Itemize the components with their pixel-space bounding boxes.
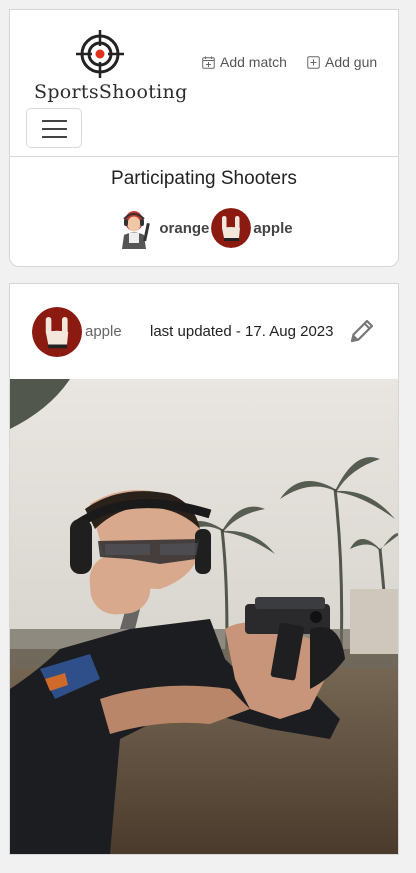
rock-hand-sign-icon bbox=[32, 307, 82, 357]
logo-text: SportsShooting bbox=[34, 81, 188, 103]
add-match-link[interactable]: Add match bbox=[202, 54, 287, 70]
hamburger-icon bbox=[42, 120, 67, 122]
participant-name-orange[interactable]: orange bbox=[159, 220, 209, 237]
plus-square-icon bbox=[307, 55, 320, 69]
post-last-updated: last updated - 17. Aug 2023 bbox=[150, 323, 334, 340]
crosshair-logo-icon bbox=[76, 30, 124, 78]
woman-with-ear-protection-icon bbox=[115, 207, 157, 249]
add-gun-link[interactable]: Add gun bbox=[307, 54, 377, 70]
post-card: apple last updated - 17. Aug 2023 bbox=[9, 283, 399, 855]
navbar-toggle-button[interactable] bbox=[26, 108, 82, 148]
man-aiming-pistol-photo bbox=[10, 379, 398, 854]
hamburger-icon-bar bbox=[42, 136, 67, 138]
add-match-label: Add match bbox=[220, 54, 287, 70]
participants-title: Participating Shooters bbox=[111, 168, 297, 189]
post-username[interactable]: apple bbox=[85, 323, 122, 340]
participant-name-apple[interactable]: apple bbox=[253, 220, 292, 237]
calendar-plus-icon bbox=[202, 56, 215, 69]
site-logo[interactable]: SportsShooting bbox=[34, 30, 187, 110]
rock-hand-sign-icon bbox=[211, 208, 252, 248]
pencil-icon[interactable] bbox=[348, 317, 376, 345]
post-avatar[interactable] bbox=[32, 307, 82, 357]
header-card: SportsShooting Add match Add gun Partici… bbox=[9, 9, 399, 267]
participants-list: orange apple bbox=[10, 207, 398, 249]
add-gun-label: Add gun bbox=[325, 54, 378, 70]
header-divider bbox=[10, 156, 398, 157]
hamburger-icon-bar bbox=[42, 128, 67, 130]
